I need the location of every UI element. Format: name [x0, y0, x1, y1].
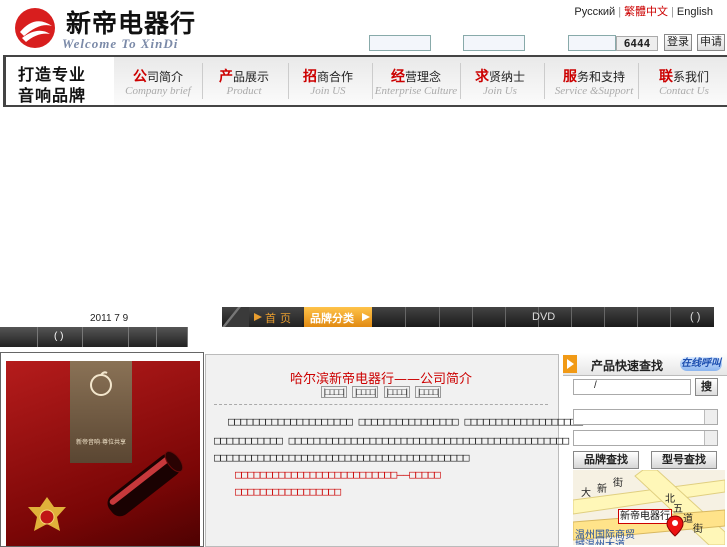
date-text: 2011 7 9 — [90, 313, 129, 324]
intro-paragraph-3: □□□□□□□□□□□□□□□□□□□□□□□□□□□□□□□□□□□□□□□□… — [214, 451, 470, 464]
brand-category-button[interactable]: 品牌分类 — [304, 307, 372, 327]
orange-arrow-icon — [563, 355, 577, 373]
bar-corner-arrow — [222, 307, 252, 327]
lang-traditional-chinese[interactable]: 繁體中文 — [624, 6, 668, 18]
intro-paragraph-1: □□□□□□□□□□□□□□□□□□□□ □□□□□□□□□□□□□□□□ □□… — [228, 415, 583, 428]
intro-tab-1[interactable]: |□□□□| — [320, 386, 347, 398]
register-button[interactable]: 申请 — [697, 34, 725, 51]
username-input[interactable] — [369, 35, 431, 51]
left-dark-bar — [0, 327, 188, 347]
arrow-right-icon — [254, 313, 262, 321]
login-button[interactable]: 登录 — [664, 34, 692, 51]
search-button[interactable]: 搜 — [695, 378, 718, 396]
location-map[interactable]: 大 新 街 北 五 道 街 新帝电器行 温州国际商贸 城温州大道 — [573, 470, 725, 545]
divider — [214, 404, 548, 405]
language-switcher: Русский | 繁體中文 | English — [574, 6, 713, 18]
intro-title: 哈尔滨新帝电器行——公司简介 — [289, 372, 472, 387]
nav-enterprise-culture[interactable]: 经营理念 Enterprise Culture — [372, 57, 460, 105]
intro-paragraph-2: □□□□□□□□□□□ □□□□□□□□□□□□□□□□□□□□□□□□□□□□… — [214, 434, 569, 447]
category-dvd[interactable]: DVD — [532, 311, 555, 323]
brand-search-button[interactable]: 品牌查找 — [573, 451, 639, 469]
map-pin-icon — [666, 515, 684, 537]
store-marker-label: 新帝电器行 — [618, 509, 672, 524]
product-caption: 新帝音响·尊位共享 — [76, 440, 126, 446]
nav-product[interactable]: 产品展示 Product — [200, 57, 288, 105]
arrow-right-icon — [362, 313, 370, 321]
intro-tab-4[interactable]: |□□□□| — [415, 386, 442, 398]
nav-join-us[interactable]: 招商合作 Join US — [284, 57, 372, 105]
password-input[interactable] — [463, 35, 525, 51]
logo-icon — [15, 8, 55, 48]
slogan-box: 打造专业 音响品牌 — [3, 55, 114, 107]
slogan-line-2: 音响品牌 — [18, 86, 87, 105]
crest-emblem — [28, 497, 66, 531]
model-search-button[interactable]: 型号查找 — [651, 451, 717, 469]
nav-contact-us[interactable]: 联系我们 Contact Us — [640, 57, 727, 105]
product-image[interactable]: 新帝音响·尊位共享 — [0, 352, 204, 547]
intro-red-line-2: □□□□□□□□□□□□□□□□□ — [235, 485, 341, 498]
map-label-2: 城温州大道 — [575, 536, 625, 545]
speaker-graphic — [107, 450, 184, 517]
intro-tabs: |□□□□| |□□□□| |□□□□| |□□□□| — [205, 386, 557, 398]
lang-english[interactable]: English — [677, 6, 713, 18]
nav-recruit[interactable]: 求贤纳士 Join Us — [456, 57, 544, 105]
verify-code-image: 6444 — [616, 36, 658, 51]
logo-text: 新帝电器行 — [66, 9, 197, 38]
quick-search-title: 产品快速查找 — [591, 359, 664, 373]
verify-code-input[interactable] — [568, 35, 616, 51]
model-select[interactable] — [573, 430, 718, 446]
online-call-button[interactable]: 在线呼叫 — [680, 357, 722, 371]
lang-russian[interactable]: Русский — [574, 6, 615, 18]
logo-subtitle: Welcome To XinDi — [62, 36, 179, 51]
left-bar-label: ( ) — [54, 331, 64, 342]
intro-tab-2[interactable]: |□□□□| — [352, 386, 379, 398]
nav-company-brief[interactable]: 公司简介 Company brief — [114, 57, 202, 105]
category-more[interactable]: ( ) — [690, 311, 700, 323]
product-search-input[interactable]: / — [573, 379, 691, 395]
intro-red-line-1: □□□□□□□□□□□□□□□□□□□□□□□□□□——□□□□□ — [235, 468, 441, 481]
main-nav: 公司简介 Company brief 产品展示 Product 招商合作 Joi… — [114, 55, 727, 107]
nav-service-support[interactable]: 服务和支持 Service &Support — [550, 57, 638, 105]
home-button[interactable]: 首页 — [249, 307, 302, 327]
brand-select[interactable] — [573, 409, 718, 425]
intro-tab-3[interactable]: |□□□□| — [383, 386, 410, 398]
apple-logo-icon — [90, 371, 112, 396]
